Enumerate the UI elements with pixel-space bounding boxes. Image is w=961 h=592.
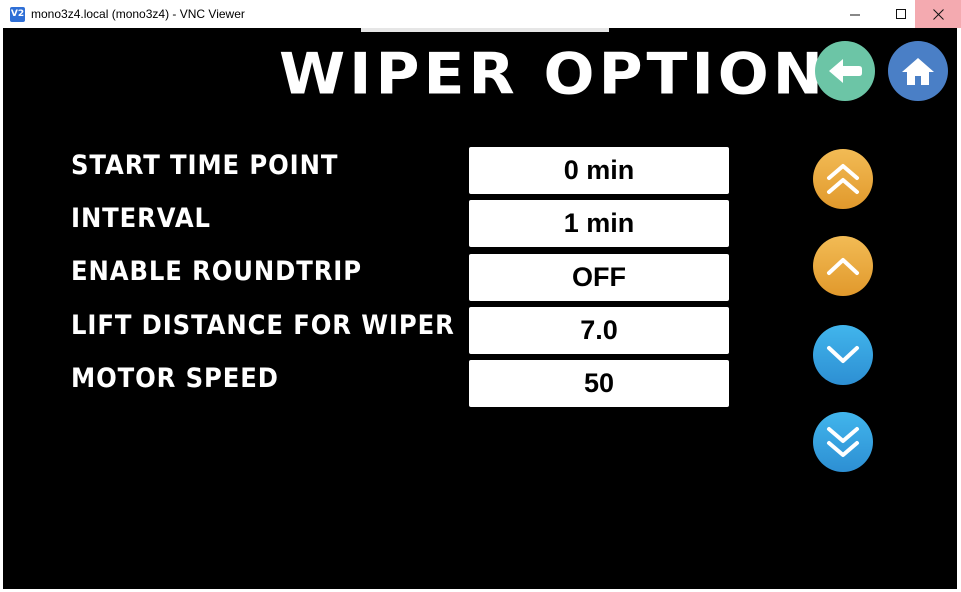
line-up-button[interactable] bbox=[813, 236, 873, 296]
enable-roundtrip-field[interactable]: OFF bbox=[469, 254, 729, 301]
page-up-button[interactable] bbox=[813, 149, 873, 209]
home-button[interactable] bbox=[888, 41, 948, 101]
motor-speed-field[interactable]: 50 bbox=[469, 360, 729, 407]
arrow-left-icon bbox=[829, 59, 862, 83]
window-title: mono3z4.local (mono3z4) - VNC Viewer bbox=[31, 7, 245, 21]
vnc-toolbar-handle[interactable] bbox=[361, 28, 609, 32]
line-down-button[interactable] bbox=[813, 325, 873, 385]
chevron-up-icon bbox=[827, 258, 859, 275]
interval-field[interactable]: 1 min bbox=[469, 200, 729, 247]
start-time-point-field[interactable]: 0 min bbox=[469, 147, 729, 194]
double-chevron-up-icon bbox=[827, 164, 859, 194]
setting-label-lift-distance: LIFT DISTANCE FOR WIPER bbox=[71, 310, 455, 341]
setting-label-start-time-point: START TIME POINT bbox=[71, 150, 339, 181]
window-titlebar: V2 mono3z4.local (mono3z4) - VNC Viewer bbox=[0, 0, 961, 28]
close-button[interactable] bbox=[915, 0, 961, 28]
page-down-button[interactable] bbox=[813, 412, 873, 472]
chevron-down-icon bbox=[827, 346, 859, 363]
minimize-icon bbox=[849, 14, 860, 15]
back-button[interactable] bbox=[815, 41, 875, 101]
home-icon bbox=[902, 58, 934, 85]
remote-screen[interactable]: WIPER OPTION START TIME POINT 0 min INTE… bbox=[3, 28, 957, 589]
page-title: WIPER OPTION bbox=[279, 41, 828, 108]
maximize-icon bbox=[895, 8, 906, 19]
setting-label-enable-roundtrip: ENABLE ROUNDTRIP bbox=[71, 256, 362, 287]
close-icon bbox=[932, 8, 944, 20]
minimize-button[interactable] bbox=[832, 0, 878, 28]
double-chevron-down-icon bbox=[827, 427, 859, 457]
setting-label-motor-speed: MOTOR SPEED bbox=[71, 363, 279, 394]
lift-distance-field[interactable]: 7.0 bbox=[469, 307, 729, 354]
setting-label-interval: INTERVAL bbox=[71, 203, 211, 234]
vnc-viewer-icon: V2 bbox=[10, 7, 25, 22]
